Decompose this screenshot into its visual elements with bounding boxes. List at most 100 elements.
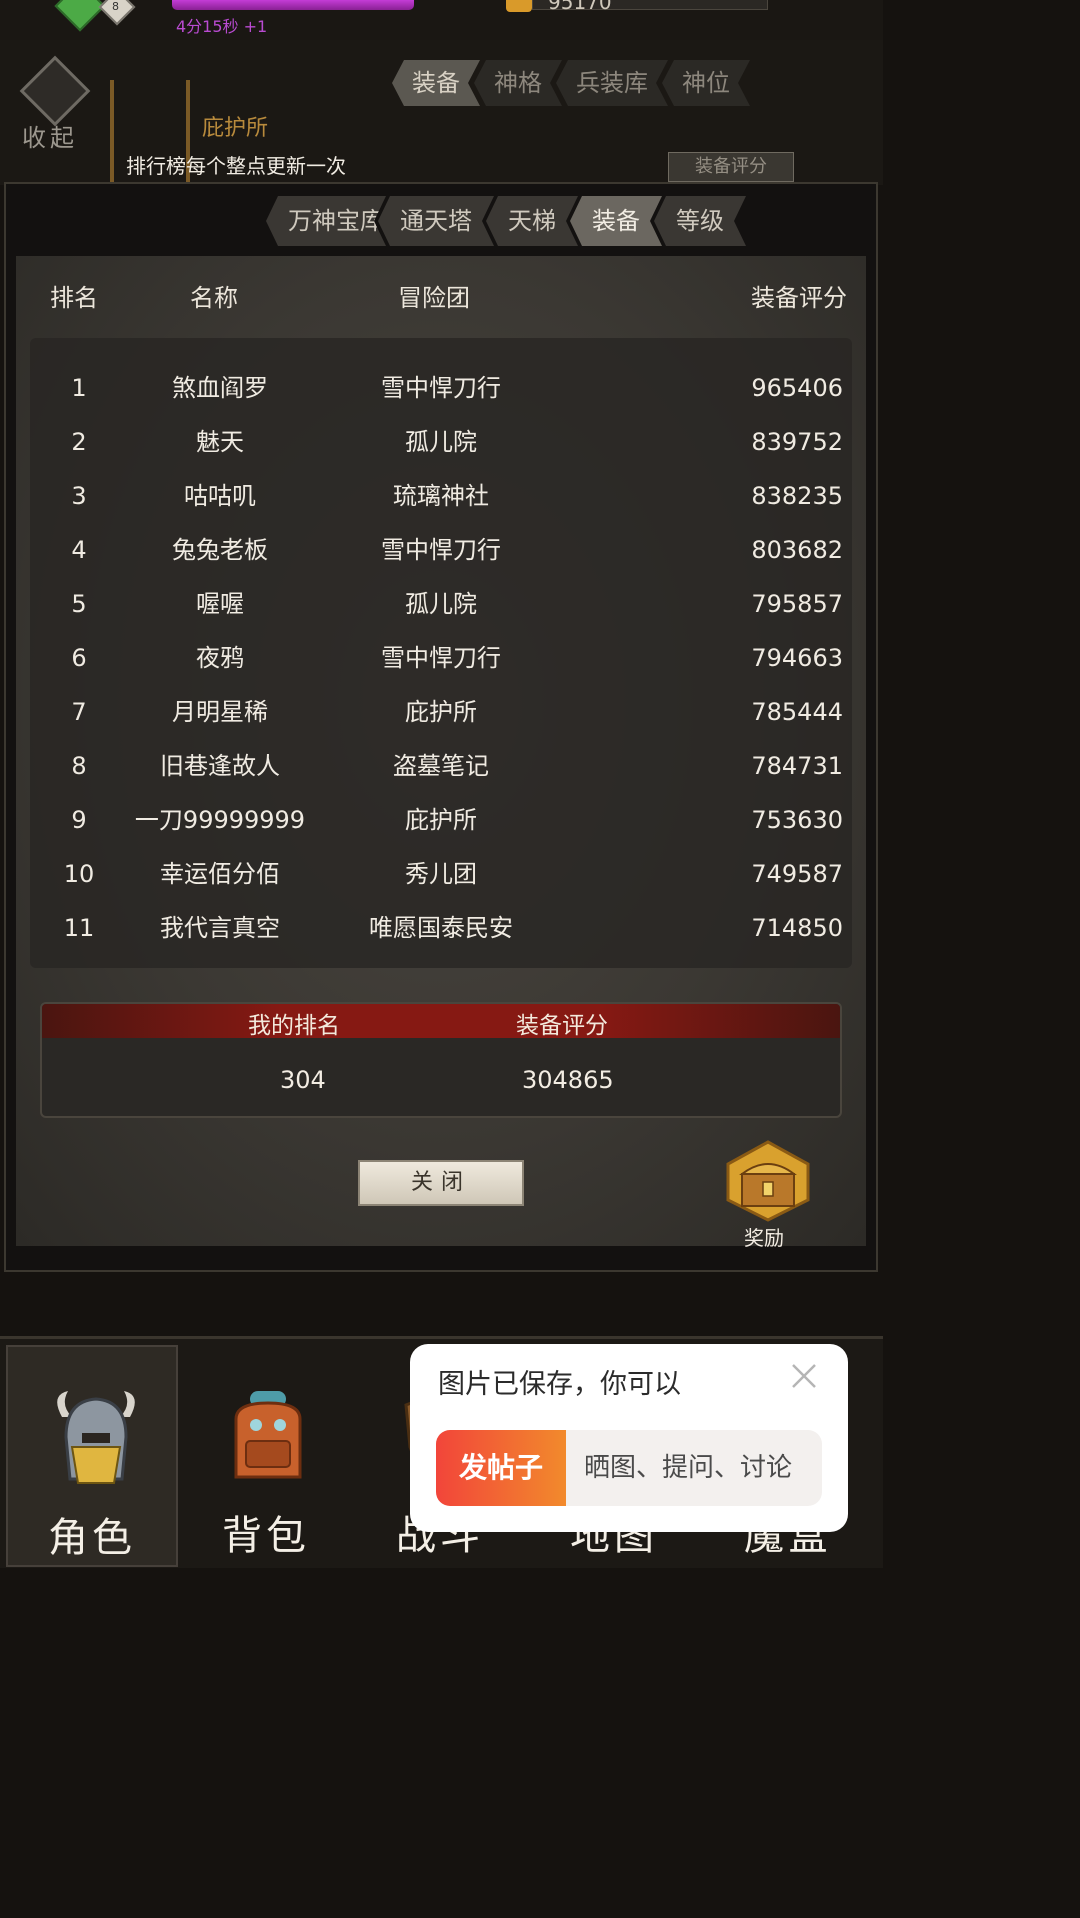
nav-backpack[interactable]: 背包 bbox=[180, 1345, 352, 1567]
post-button[interactable]: 发帖子 bbox=[436, 1430, 566, 1506]
row-score: 753630 bbox=[751, 806, 843, 834]
treasure-chest-icon[interactable] bbox=[724, 1140, 812, 1222]
row-name: 咕咕叽 bbox=[184, 482, 256, 510]
tab-pantheon-vault[interactable]: 万神宝库 bbox=[266, 196, 386, 246]
row-score: 794663 bbox=[751, 644, 843, 672]
my-rank-value: 304 bbox=[280, 1066, 326, 1094]
toast-message: 图片已保存，你可以 bbox=[438, 1369, 681, 1400]
level-gem-icon bbox=[54, 0, 106, 32]
row-score: 714850 bbox=[751, 914, 843, 942]
table-row[interactable]: 7 月明星稀 庇护所 785444 bbox=[0, 685, 883, 739]
row-name: 我代言真空 bbox=[160, 914, 280, 942]
collapse-diamond-icon bbox=[19, 55, 91, 127]
row-name: 兔兔老板 bbox=[172, 536, 268, 564]
row-name: 月明星稀 bbox=[172, 698, 268, 726]
table-row[interactable]: 11 我代言真空 唯愿国泰民安 714850 bbox=[0, 901, 883, 955]
energy-timer: 4分15秒 +1 bbox=[176, 17, 268, 36]
save-toast: 图片已保存，你可以 发帖子 晒图、提问、讨论 bbox=[410, 1344, 848, 1532]
row-rank: 2 bbox=[71, 428, 87, 456]
my-ranking-header bbox=[42, 1004, 840, 1038]
nav-character-label: 角色 bbox=[48, 1515, 136, 1561]
top-status-bar: 8 4分15秒 +1 95170 bbox=[0, 0, 883, 40]
row-score: 785444 bbox=[751, 698, 843, 726]
gold-icon bbox=[506, 0, 532, 12]
gold-amount: 95170 bbox=[548, 0, 612, 14]
close-icon[interactable] bbox=[790, 1362, 818, 1390]
table-row[interactable]: 6 夜鸦 雪中悍刀行 794663 bbox=[0, 631, 883, 685]
close-button[interactable]: 关闭 bbox=[358, 1160, 524, 1206]
row-score: 965406 bbox=[751, 374, 843, 402]
row-score: 749587 bbox=[751, 860, 843, 888]
row-guild: 雪中悍刀行 bbox=[381, 374, 501, 402]
row-guild: 唯愿国泰民安 bbox=[369, 914, 513, 942]
tab-god-position[interactable]: 神位 bbox=[662, 60, 750, 106]
row-rank: 6 bbox=[71, 644, 87, 672]
my-ranking-box: 我的排名 装备评分 304 304865 bbox=[40, 1002, 842, 1118]
row-rank: 1 bbox=[71, 374, 87, 402]
row-rank: 5 bbox=[71, 590, 87, 618]
row-score: 784731 bbox=[751, 752, 843, 780]
guild-label: 庇护所 bbox=[202, 116, 269, 141]
my-rank-label: 我的排名 bbox=[248, 1013, 340, 1039]
table-row[interactable]: 8 旧巷逢故人 盗墓笔记 784731 bbox=[0, 739, 883, 793]
tab-equipment[interactable]: 装备 bbox=[392, 60, 480, 106]
table-row[interactable]: 1 煞血阎罗 雪中悍刀行 965406 bbox=[0, 361, 883, 415]
row-rank: 7 bbox=[71, 698, 87, 726]
row-rank: 4 bbox=[71, 536, 87, 564]
table-header: 排名 名称 冒险团 装备评分 bbox=[0, 278, 883, 318]
header-guild: 冒险团 bbox=[398, 284, 470, 312]
row-score: 795857 bbox=[751, 590, 843, 618]
table-row[interactable]: 4 兔兔老板 雪中悍刀行 803682 bbox=[0, 523, 883, 577]
nav-character[interactable]: 角色 bbox=[6, 1345, 178, 1567]
toast-hint: 晒图、提问、讨论 bbox=[584, 1453, 793, 1483]
row-guild: 庇护所 bbox=[405, 806, 477, 834]
row-rank: 8 bbox=[71, 752, 87, 780]
row-name: 魅天 bbox=[196, 428, 244, 456]
row-rank: 9 bbox=[71, 806, 87, 834]
equipment-tabs: 装备 神格 兵装库 神位 bbox=[392, 60, 744, 106]
row-guild: 孤儿院 bbox=[405, 590, 477, 618]
toast-action-bar[interactable]: 发帖子 晒图、提问、讨论 bbox=[436, 1430, 822, 1506]
energy-bar bbox=[172, 0, 414, 10]
row-name: 一刀99999999 bbox=[134, 806, 306, 834]
row-guild: 雪中悍刀行 bbox=[381, 644, 501, 672]
tab-ladder[interactable]: 天梯 bbox=[486, 196, 578, 246]
row-score: 838235 bbox=[751, 482, 843, 510]
row-guild: 雪中悍刀行 bbox=[381, 536, 501, 564]
row-score: 839752 bbox=[751, 428, 843, 456]
row-guild: 庇护所 bbox=[405, 698, 477, 726]
update-notice: 排行榜每个整点更新一次 bbox=[126, 154, 346, 178]
backpack-icon bbox=[234, 1391, 302, 1479]
row-score: 803682 bbox=[751, 536, 843, 564]
row-name: 煞血阎罗 bbox=[172, 374, 268, 402]
table-row[interactable]: 9 一刀99999999 庇护所 753630 bbox=[0, 793, 883, 847]
header-name: 名称 bbox=[190, 284, 238, 312]
row-rank: 3 bbox=[71, 482, 87, 510]
row-guild: 琉璃神社 bbox=[393, 482, 489, 510]
collapse-label: 收起 bbox=[22, 124, 78, 152]
score-sort-button[interactable]: 装备评分 bbox=[668, 152, 794, 182]
table-row[interactable]: 10 幸运佰分佰 秀儿团 749587 bbox=[0, 847, 883, 901]
table-row[interactable]: 5 喔喔 孤儿院 795857 bbox=[0, 577, 883, 631]
row-guild: 孤儿院 bbox=[405, 428, 477, 456]
header-rank: 排名 bbox=[50, 284, 98, 312]
table-row[interactable]: 3 咕咕叽 琉璃神社 838235 bbox=[0, 469, 883, 523]
tab-tower[interactable]: 通天塔 bbox=[378, 196, 494, 246]
level-number: 8 bbox=[112, 0, 119, 13]
header-score: 装备评分 bbox=[751, 284, 847, 312]
tab-equipment-ranking[interactable]: 装备 bbox=[570, 196, 662, 246]
helmet-icon bbox=[57, 1391, 135, 1484]
my-score-value: 304865 bbox=[522, 1066, 614, 1094]
my-score-label: 装备评分 bbox=[516, 1013, 608, 1039]
row-rank: 11 bbox=[63, 914, 95, 942]
tab-level-ranking[interactable]: 等级 bbox=[654, 196, 746, 246]
reward-label: 奖励 bbox=[744, 1226, 784, 1250]
nav-backpack-label: 背包 bbox=[222, 1513, 310, 1559]
tab-armory[interactable]: 兵装库 bbox=[556, 60, 668, 106]
tab-divinity[interactable]: 神格 bbox=[474, 60, 562, 106]
row-guild: 盗墓笔记 bbox=[393, 752, 489, 780]
row-rank: 10 bbox=[63, 860, 95, 888]
table-row[interactable]: 2 魅天 孤儿院 839752 bbox=[0, 415, 883, 469]
row-name: 夜鸦 bbox=[196, 644, 244, 672]
row-name: 旧巷逢故人 bbox=[160, 752, 280, 780]
